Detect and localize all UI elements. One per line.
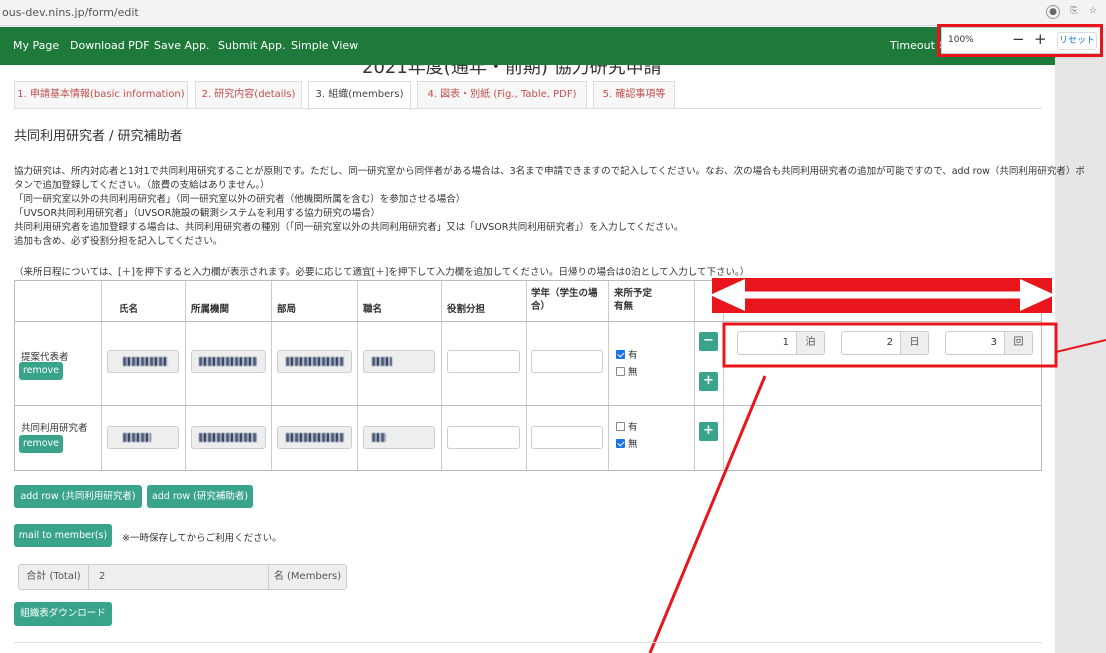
mail-note: ※一時保存してからご利用ください。 [122, 533, 282, 544]
total-members-field: 合計 (Total) 2 名 (Members) [18, 564, 347, 590]
annotation-side-line [1055, 339, 1106, 353]
annotation-pointer-line [648, 375, 767, 653]
annotation-overlay [648, 278, 1106, 653]
add-row-assistant-button[interactable]: add row (研究補助者) [147, 485, 253, 508]
download-org-table-button[interactable]: 組織表ダウンロード [14, 602, 112, 626]
annotation-schedule-box [722, 322, 1058, 368]
total-unit: 名 (Members) [268, 565, 346, 589]
add-row-member-button[interactable]: add row (共同利用研究者) [14, 485, 142, 508]
mail-to-members-button[interactable]: mail to member(s) [14, 524, 112, 547]
bottom-divider [14, 642, 1042, 643]
total-label: 合計 (Total) [19, 565, 89, 589]
total-value: 2 [99, 571, 106, 582]
